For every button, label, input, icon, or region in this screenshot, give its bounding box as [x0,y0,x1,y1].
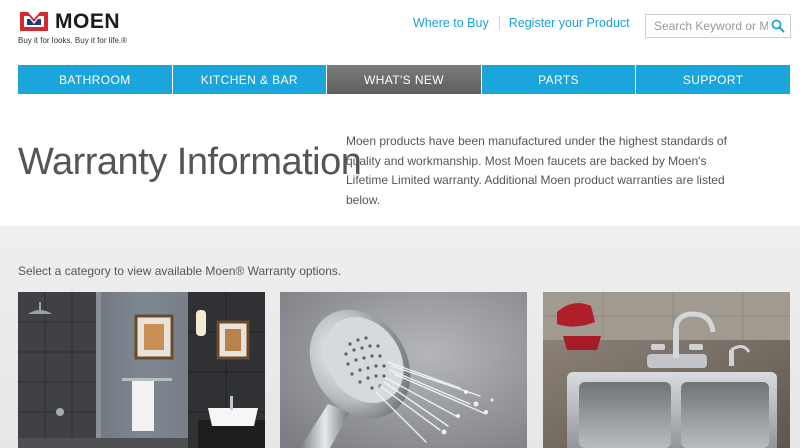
brand-tagline: Buy it for looks. Buy it for life.® [18,36,128,45]
category-card-bathroom[interactable] [18,292,265,448]
nav-item-whats-new[interactable]: WHAT'S NEW [327,65,482,94]
page-title: Warranty Information [18,141,362,183]
search-box [645,14,791,38]
register-product-link[interactable]: Register your Product [509,16,630,30]
nav-item-bathroom[interactable]: BATHROOM [18,65,173,94]
kitchen-sink-photo [543,292,790,448]
nav-item-parts[interactable]: PARTS [481,65,637,94]
category-card-showerhead[interactable] [280,292,527,448]
where-to-buy-link[interactable]: Where to Buy [413,16,489,30]
category-prompt: Select a category to view available Moen… [18,264,342,278]
nav-item-support[interactable]: SUPPORT [636,65,790,94]
bathroom-photo [18,292,265,448]
utility-links: Where to Buy Register your Product [413,16,630,30]
search-input[interactable] [646,15,768,37]
brand-wordmark: MOEN [55,10,120,33]
search-icon[interactable] [771,19,785,33]
nav-item-kitchen-bar[interactable]: KITCHEN & BAR [172,65,328,94]
showerhead-photo [280,292,527,448]
intro-description: Moen products have been manufactured und… [346,134,727,207]
main-nav: BATHROOM KITCHEN & BAR WHAT'S NEW PARTS … [18,65,790,94]
moen-logo[interactable]: MOEN Buy it for looks. Buy it for life.® [18,8,148,48]
link-divider [498,16,500,30]
category-card-kitchen-sink[interactable] [543,292,790,448]
moen-logo-icon [20,12,48,31]
